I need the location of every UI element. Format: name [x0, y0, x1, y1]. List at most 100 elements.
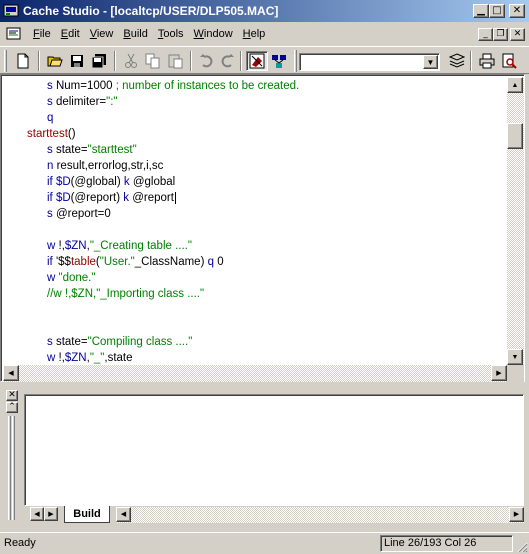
- text-caret: [174, 192, 176, 204]
- stack-button[interactable]: [446, 51, 468, 71]
- code-token: if: [47, 192, 56, 204]
- code-token: =: [80, 336, 88, 348]
- paste-button[interactable]: [164, 51, 186, 71]
- menu-bar: File Edit View Build Tools Window Help: [0, 24, 529, 44]
- cut-button[interactable]: [120, 51, 142, 71]
- scroll-down-button[interactable]: ▼: [507, 349, 523, 365]
- menu-tools[interactable]: Tools: [153, 26, 189, 42]
- code-token: _ClassName): [134, 256, 208, 268]
- code-line[interactable]: starttest(): [27, 126, 76, 142]
- menu-view[interactable]: View: [85, 26, 119, 42]
- code-token: s: [47, 144, 56, 156]
- compile-button[interactable]: [246, 51, 268, 71]
- undo-button[interactable]: [196, 51, 218, 71]
- code-line[interactable]: q: [47, 110, 53, 126]
- save-all-icon: [91, 54, 106, 69]
- code-line[interactable]: w !,$ZN,"_",state: [47, 350, 133, 365]
- mdi-restore-button[interactable]: ❐: [493, 28, 508, 41]
- title-bar[interactable]: Cache Studio - [localtcp/USER/DLP505.MAC…: [0, 0, 529, 22]
- toolbar-combo[interactable]: ▼: [299, 53, 440, 71]
- save-all-button[interactable]: [88, 51, 110, 71]
- tab-scroll-right-button[interactable]: ▶: [44, 507, 58, 521]
- window-title: Cache Studio - [localtcp/USER/DLP505.MAC…: [23, 4, 279, 18]
- code-line[interactable]: n result,errorlog,str,i,sc: [47, 158, 163, 174]
- menu-file[interactable]: File: [28, 26, 56, 42]
- code-line[interactable]: s state="starttest": [47, 142, 137, 158]
- output-expand-button[interactable]: ⌃: [6, 402, 18, 413]
- save-button[interactable]: [66, 51, 88, 71]
- code-line[interactable]: s state="Compiling class ....": [47, 334, 192, 350]
- dock-grip[interactable]: [12, 416, 15, 520]
- code-token: =: [80, 144, 88, 156]
- code-token: @global: [132, 176, 176, 188]
- output-close-button[interactable]: ✕: [6, 390, 18, 401]
- editor-vscroll-thumb[interactable]: [507, 122, 523, 149]
- code-token: "done.": [58, 272, 96, 284]
- document-system-menu-icon[interactable]: [6, 27, 22, 41]
- build-output-area[interactable]: [24, 394, 524, 506]
- menu-help[interactable]: Help: [238, 26, 271, 42]
- code-token: if: [47, 256, 56, 268]
- code-line[interactable]: //w !,$ZN,"_Importing class ....": [47, 286, 204, 302]
- toolbar-separator: [114, 51, 116, 71]
- code-line[interactable]: if $D(@report) k @report: [47, 190, 176, 206]
- menu-window[interactable]: Window: [189, 26, 238, 42]
- code-line[interactable]: if '$$table("User."_ClassName) q 0: [47, 254, 224, 270]
- code-token: //w !,$ZN,"_Importing class ....": [47, 288, 205, 300]
- code-line[interactable]: if $D(@global) k @global: [47, 174, 175, 190]
- open-folder-icon: [47, 56, 63, 67]
- stack-icon: [449, 53, 465, 68]
- arrow-up-icon: ▲: [511, 81, 519, 89]
- menu-edit[interactable]: Edit: [56, 26, 85, 42]
- code-line[interactable]: s @report=0: [47, 206, 111, 222]
- code-line[interactable]: s Num=1000 ; number of instances to be c…: [47, 78, 299, 94]
- combo-dropdown-button[interactable]: ▼: [423, 55, 438, 69]
- print-preview-button[interactable]: [498, 51, 520, 71]
- dock-grip[interactable]: [8, 416, 11, 520]
- copy-button[interactable]: [142, 51, 164, 71]
- scroll-up-button[interactable]: ▲: [507, 77, 523, 93]
- minimize-button[interactable]: ▁: [473, 4, 489, 18]
- editor-horizontal-scrollbar[interactable]: ◀ ▶: [3, 365, 507, 382]
- menu-build[interactable]: Build: [118, 26, 152, 42]
- output-horizontal-scrollbar[interactable]: ◀ ▶: [116, 507, 524, 523]
- code-token: 0: [217, 256, 224, 268]
- open-button[interactable]: [44, 51, 66, 71]
- class-wizard-button[interactable]: [268, 51, 290, 71]
- redo-button[interactable]: [216, 51, 238, 71]
- editor-vertical-scrollbar[interactable]: ▲ ▼: [507, 77, 524, 365]
- code-token: =1000: [80, 80, 116, 92]
- code-token: "Compiling class ....": [87, 336, 193, 348]
- code-token: n: [47, 160, 57, 172]
- cache-studio-app-icon[interactable]: [3, 3, 19, 19]
- code-token: s: [47, 80, 56, 92]
- mdi-minimize-button[interactable]: _: [478, 28, 493, 41]
- tab-build[interactable]: Build: [64, 506, 110, 523]
- code-editor[interactable]: s Num=1000 ; number of instances to be c…: [0, 74, 525, 382]
- toolbar-grip[interactable]: [294, 50, 297, 72]
- code-token: @report: [55, 208, 98, 220]
- code-area[interactable]: s Num=1000 ; number of instances to be c…: [3, 77, 507, 365]
- code-token: (@: [70, 192, 87, 204]
- print-button[interactable]: [476, 51, 498, 71]
- code-token: w: [47, 272, 59, 284]
- close-button[interactable]: ✕: [509, 4, 525, 18]
- code-token: "_Creating table ....": [89, 240, 192, 252]
- mdi-close-button[interactable]: ✕: [510, 28, 525, 41]
- new-file-button[interactable]: [12, 51, 34, 71]
- code-token: (@: [70, 176, 87, 188]
- scroll-left-button[interactable]: ◀: [3, 365, 19, 381]
- code-token: "User.": [99, 256, 135, 268]
- scroll-right-button[interactable]: ▶: [491, 365, 507, 381]
- code-line[interactable]: s delimiter=":": [47, 94, 118, 110]
- scroll-left-button[interactable]: ◀: [116, 507, 131, 522]
- code-line[interactable]: w !,$ZN,"_Creating table ....": [47, 238, 192, 254]
- toolbar-grip[interactable]: [4, 50, 7, 72]
- scroll-right-button[interactable]: ▶: [509, 507, 524, 522]
- code-token: ): [116, 176, 124, 188]
- maximize-button[interactable]: □: [489, 4, 505, 18]
- code-line[interactable]: w "done.": [47, 270, 95, 286]
- size-grip-icon[interactable]: [516, 541, 528, 553]
- tab-scroll-left-button[interactable]: ◀: [30, 507, 44, 521]
- output-tab-strip: ◀ ▶ Build ◀ ▶: [24, 506, 524, 524]
